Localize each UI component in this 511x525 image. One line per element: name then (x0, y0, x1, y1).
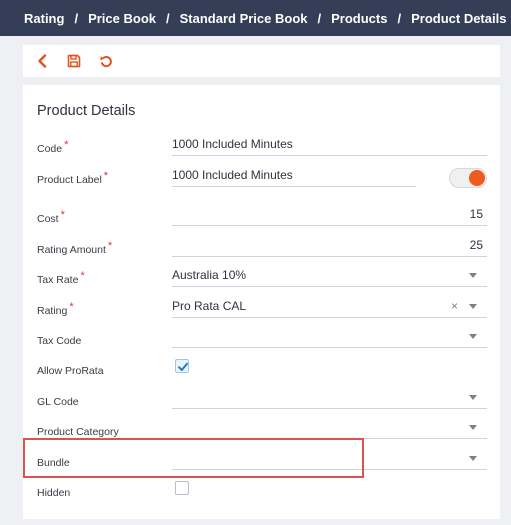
code-label: Code * (37, 139, 69, 155)
code-input[interactable]: 1000 Included Minutes (172, 134, 487, 156)
product-label-label: Product Label * (37, 170, 109, 186)
rating-amount-input[interactable]: 25 (172, 235, 487, 257)
product-label-input[interactable]: 1000 Included Minutes (172, 165, 416, 187)
rating-amount-row: Rating Amount * 25 (23, 233, 500, 259)
product-category-row: Product Category (23, 415, 500, 441)
gl-code-row: GL Code (23, 385, 500, 411)
allow-prorata-checkbox[interactable] (175, 359, 189, 373)
required-marker: * (69, 301, 74, 313)
breadcrumb-separator: / (317, 10, 322, 26)
product-label-toggle[interactable] (449, 168, 487, 188)
back-button[interactable] (33, 52, 51, 70)
required-marker: * (60, 209, 65, 221)
tax-rate-label: Tax Rate * (37, 270, 85, 286)
breadcrumb-separator: / (166, 10, 170, 26)
gl-code-label: GL Code (37, 396, 79, 408)
product-category-label: Product Category (37, 426, 119, 438)
product-category-select[interactable] (172, 417, 487, 439)
product-label-row: Product Label * 1000 Included Minutes (23, 163, 500, 189)
rating-row: Rating * Pro Rata CAL × (23, 294, 500, 320)
breadcrumb-price-book[interactable]: Price Book (88, 11, 156, 26)
save-icon (67, 54, 81, 68)
gl-code-select[interactable] (172, 387, 487, 409)
breadcrumb: Rating / Price Book / Standard Price Boo… (0, 0, 511, 36)
chevron-down-icon[interactable] (469, 304, 477, 309)
toolbar (23, 45, 500, 77)
save-button[interactable] (65, 52, 83, 70)
tax-code-row: Tax Code (23, 324, 500, 350)
allow-prorata-label: Allow ProRata (37, 365, 104, 377)
tax-code-label: Tax Code (37, 335, 82, 347)
code-row: Code * 1000 Included Minutes (23, 132, 500, 158)
hidden-row: Hidden (23, 476, 500, 502)
chevron-down-icon[interactable] (469, 334, 477, 339)
required-marker: * (107, 240, 113, 252)
bundle-select[interactable] (172, 448, 487, 470)
hidden-checkbox[interactable] (175, 481, 189, 495)
clear-icon[interactable]: × (451, 296, 458, 316)
product-details-card: Product Details Code * 1000 Included Minu… (23, 85, 500, 519)
checkmark-icon (178, 362, 188, 371)
tax-rate-select[interactable]: Australia 10% (172, 265, 487, 287)
chevron-down-icon[interactable] (469, 425, 477, 430)
toggle-knob (469, 170, 485, 186)
cost-input[interactable]: 15 (172, 204, 487, 226)
breadcrumb-products[interactable]: Products (331, 11, 387, 26)
reset-button[interactable] (97, 52, 115, 70)
bundle-row: Bundle (23, 446, 500, 472)
hidden-label: Hidden (37, 487, 71, 499)
chevron-left-icon (38, 54, 47, 68)
required-marker: * (80, 270, 85, 282)
rating-amount-label: Rating Amount * (37, 240, 113, 256)
undo-icon (100, 55, 112, 67)
breadcrumb-product-details: Product Details (411, 10, 507, 26)
allow-prorata-row: Allow ProRata (23, 354, 500, 380)
tax-code-select[interactable] (172, 326, 487, 348)
chevron-down-icon[interactable] (469, 456, 477, 461)
required-marker: * (103, 170, 109, 182)
rating-select[interactable]: Pro Rata CAL × (172, 296, 487, 318)
chevron-down-icon[interactable] (469, 273, 477, 278)
cost-label: Cost * (37, 209, 65, 225)
required-marker: * (64, 139, 69, 151)
breadcrumb-rating[interactable]: Rating (24, 11, 64, 26)
cost-row: Cost * 15 (23, 202, 500, 228)
breadcrumb-standard-price-book[interactable]: Standard Price Book (180, 11, 308, 26)
chevron-down-icon[interactable] (469, 395, 477, 400)
breadcrumb-separator: / (74, 10, 79, 26)
breadcrumb-separator: / (397, 10, 402, 26)
bundle-label: Bundle (37, 457, 70, 469)
rating-label: Rating * (37, 301, 74, 317)
tax-rate-row: Tax Rate * Australia 10% (23, 263, 500, 289)
card-title: Product Details (37, 103, 136, 119)
